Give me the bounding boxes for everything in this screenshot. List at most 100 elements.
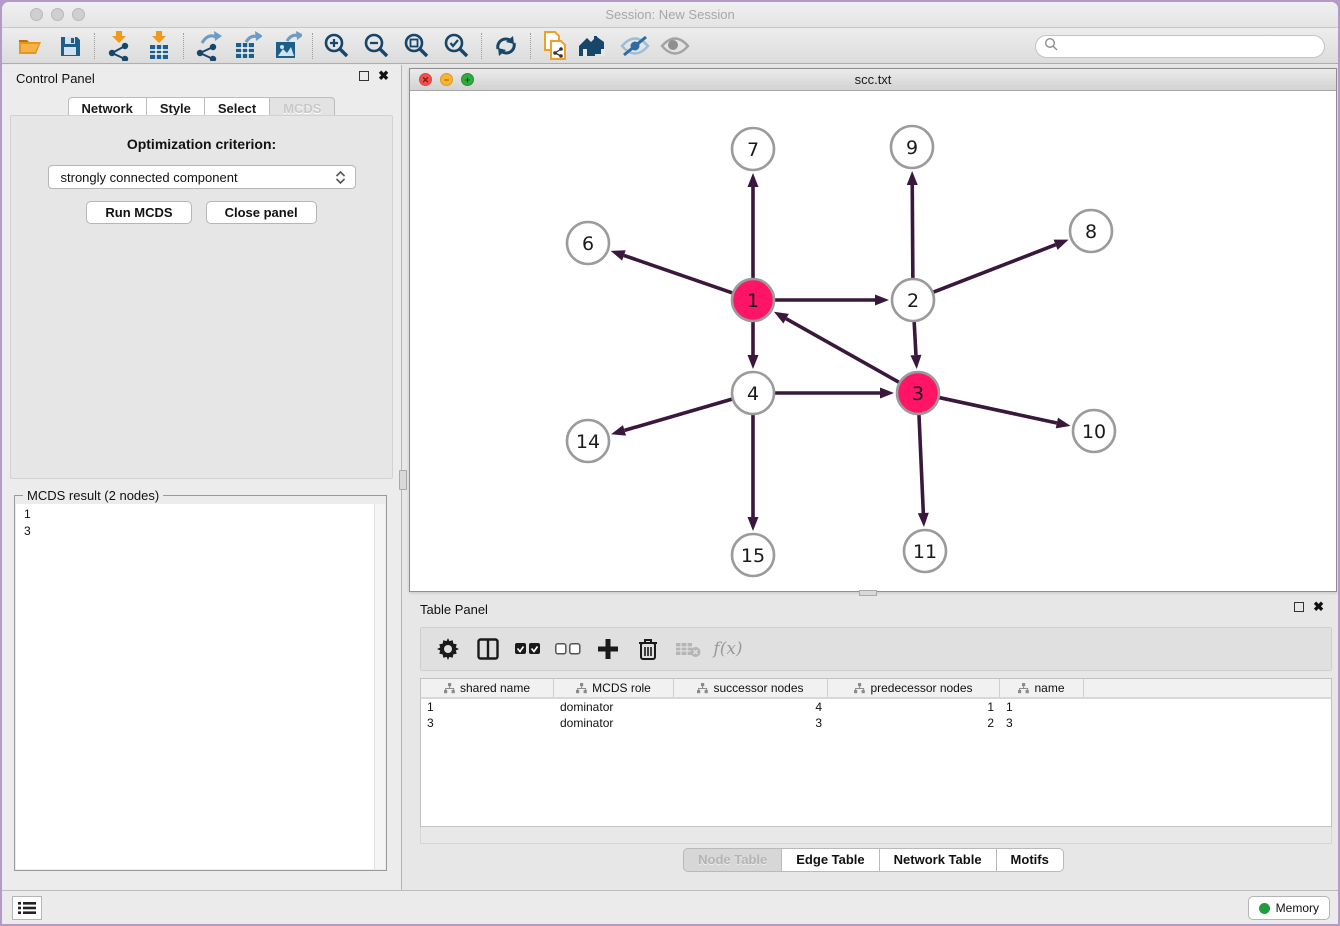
export-image-icon[interactable] [268, 30, 308, 62]
edge-3-11[interactable] [919, 414, 923, 513]
edge-3-1[interactable] [786, 319, 900, 383]
tab-motifs[interactable]: Motifs [997, 848, 1064, 872]
table-row[interactable]: 3dominator323 [421, 715, 1331, 731]
cell-name[interactable]: 3 [1000, 715, 1084, 731]
column-header-MCDS-role[interactable]: MCDS role [554, 679, 674, 697]
table-header-row: shared nameMCDS rolesuccessor nodesprede… [421, 679, 1331, 699]
edge-2-8[interactable] [933, 245, 1056, 293]
export-network-icon[interactable] [188, 30, 228, 62]
node-label-11: 11 [913, 541, 937, 563]
mcds-result-title: MCDS result (2 nodes) [23, 488, 163, 503]
run-mcds-button[interactable]: Run MCDS [86, 201, 191, 224]
import-table-icon[interactable] [139, 30, 179, 62]
edge-1-6[interactable] [624, 255, 733, 293]
split-columns-icon[interactable] [475, 636, 501, 662]
edge-4-14[interactable] [624, 399, 732, 431]
network-view-window: ✕ − + scc.txt 1234678910111415 [409, 68, 1337, 592]
delete-column-icon[interactable] [635, 636, 661, 662]
zoom-out-icon[interactable] [357, 30, 397, 62]
main-toolbar [2, 28, 1338, 64]
memory-button[interactable]: Memory [1248, 896, 1330, 920]
edge-arrowhead [907, 171, 918, 185]
add-column-icon[interactable] [595, 636, 621, 662]
tab-edge-table[interactable]: Edge Table [782, 848, 879, 872]
chevron-up-down-icon [335, 168, 347, 186]
edge-2-3[interactable] [914, 321, 916, 355]
float-table-panel-icon[interactable] [1294, 602, 1304, 612]
select-all-checkboxes-icon[interactable] [515, 636, 541, 662]
zoom-selected-icon[interactable] [437, 30, 477, 62]
search-input[interactable] [1035, 35, 1325, 58]
node-table: shared nameMCDS rolesuccessor nodesprede… [420, 678, 1332, 827]
function-builder-icon[interactable]: f(x) [715, 636, 741, 662]
table-panel-title: Table Panel [420, 602, 488, 617]
deselect-all-checkboxes-icon[interactable] [555, 636, 581, 662]
float-panel-icon[interactable] [359, 71, 369, 81]
toolbar-separator [183, 33, 184, 59]
close-table-panel-icon[interactable]: ✖ [1313, 602, 1324, 612]
toolbar-separator [312, 33, 313, 59]
toolbar-separator [94, 33, 95, 59]
edge-3-10[interactable] [939, 397, 1057, 423]
zoom-fit-icon[interactable] [397, 30, 437, 62]
table-panel: Table Panel ✖ [409, 596, 1338, 890]
open-folder-icon[interactable] [10, 30, 50, 62]
result-scrollbar[interactable] [374, 504, 385, 869]
app-window: Session: New Session [2, 2, 1338, 924]
close-panel-icon[interactable]: ✖ [378, 71, 389, 81]
sort-hierarchy-icon [576, 683, 587, 694]
table-tabs: Node TableEdge TableNetwork TableMotifs [409, 848, 1338, 872]
cell-successor-nodes[interactable]: 3 [674, 715, 828, 731]
close-panel-button[interactable]: Close panel [206, 201, 317, 224]
edge-2-9[interactable] [912, 185, 913, 279]
edge-arrowhead [748, 517, 759, 531]
column-header-name[interactable]: name [1000, 679, 1084, 697]
export-table-icon[interactable] [228, 30, 268, 62]
tab-network-table[interactable]: Network Table [880, 848, 997, 872]
column-header-shared-name[interactable]: shared name [421, 679, 554, 697]
edge-arrowhead [774, 312, 789, 324]
graph-canvas[interactable]: 1234678910111415 [410, 91, 1336, 591]
optimization-criterion-select[interactable]: strongly connected component [48, 165, 356, 189]
node-label-3: 3 [912, 383, 924, 405]
network-window-titlebar: ✕ − + scc.txt [410, 69, 1336, 91]
node-label-4: 4 [747, 383, 759, 405]
show-all-icon[interactable] [655, 30, 695, 62]
cell-successor-nodes[interactable]: 4 [674, 699, 828, 715]
table-footer: Node TableEdge TableNetwork TableMotifs [409, 827, 1338, 890]
vertical-splitter-handle[interactable] [399, 470, 407, 490]
gear-icon[interactable] [435, 636, 461, 662]
save-session-icon[interactable] [50, 30, 90, 62]
edge-arrowhead [918, 513, 929, 527]
cell-shared-name[interactable]: 1 [421, 699, 554, 715]
table-footer-strip [420, 827, 1332, 844]
memory-label: Memory [1276, 901, 1319, 915]
tab-node-table[interactable]: Node Table [683, 848, 782, 872]
sort-hierarchy-icon [1018, 683, 1029, 694]
cell-predecessor-nodes[interactable]: 1 [828, 699, 1000, 715]
toolbar-separator [481, 33, 482, 59]
delete-table-icon[interactable] [675, 636, 701, 662]
edge-arrowhead [910, 355, 921, 369]
cell-shared-name[interactable]: 3 [421, 715, 554, 731]
sort-hierarchy-icon [444, 683, 455, 694]
zoom-in-icon[interactable] [317, 30, 357, 62]
import-network-icon[interactable] [99, 30, 139, 62]
hide-selected-icon[interactable] [615, 30, 655, 62]
table-row[interactable]: 1dominator411 [421, 699, 1331, 715]
window-titlebar: Session: New Session [2, 2, 1338, 28]
cell-MCDS-role[interactable]: dominator [554, 715, 674, 731]
cell-MCDS-role[interactable]: dominator [554, 699, 674, 715]
refresh-layout-icon[interactable] [486, 30, 526, 62]
cell-name[interactable]: 1 [1000, 699, 1084, 715]
mcds-result-text[interactable]: 1 3 [16, 504, 374, 869]
table-body: 1dominator4113dominator323 [421, 699, 1331, 731]
column-header-predecessor-nodes[interactable]: predecessor nodes [828, 679, 1000, 697]
task-history-button[interactable] [12, 896, 42, 920]
dropdown-value: strongly connected component [61, 170, 238, 185]
first-neighbors-icon[interactable] [575, 30, 615, 62]
copy-network-icon[interactable] [535, 30, 575, 62]
cell-predecessor-nodes[interactable]: 2 [828, 715, 1000, 731]
node-label-7: 7 [747, 139, 759, 161]
column-header-successor-nodes[interactable]: successor nodes [674, 679, 828, 697]
